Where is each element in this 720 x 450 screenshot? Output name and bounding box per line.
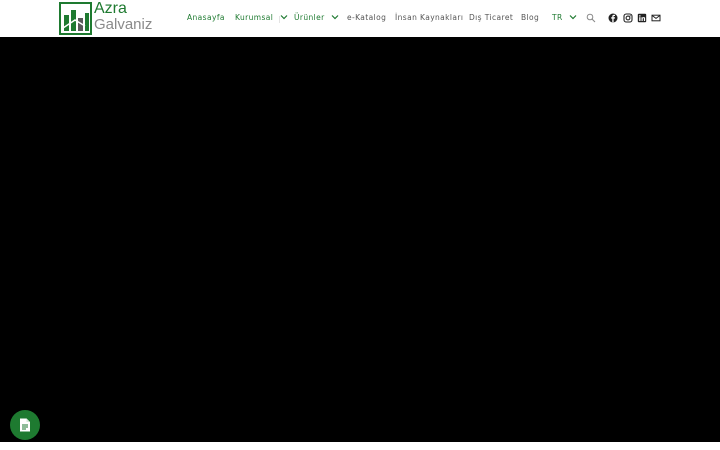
chevron-down-icon (569, 15, 577, 20)
logo-mark-icon (59, 2, 92, 35)
nav-item-catalog[interactable]: e-Katalog (347, 13, 386, 25)
nav-item-label: e-Katalog (347, 13, 387, 22)
document-icon (20, 418, 30, 432)
nav-divider (279, 16, 280, 23)
chevron-down-icon (280, 15, 288, 20)
nav-item-corporate[interactable]: Kurumsal (235, 13, 288, 25)
language-selector[interactable]: TR (552, 13, 577, 25)
nav-item-trade[interactable]: Dış Ticaret (469, 13, 513, 25)
nav-item-label: Kurumsal (235, 13, 274, 22)
chevron-down-icon (332, 15, 339, 20)
instagram-icon[interactable] (623, 13, 633, 23)
page-content-strip (0, 442, 720, 450)
logo[interactable]: Azra Galvaniz (59, 0, 154, 35)
language-label: TR (552, 13, 563, 22)
nav-item-label: Anasayfa (187, 13, 225, 22)
facebook-icon[interactable] (608, 13, 618, 23)
catalog-floating-button[interactable] (10, 410, 40, 440)
nav-item-home[interactable]: Anasayfa (187, 13, 225, 25)
nav-item-products[interactable]: Ürünler (294, 13, 339, 25)
nav-item-label: İnsan Kaynakları (395, 13, 464, 22)
nav-item-label: Dış Ticaret (469, 13, 514, 22)
nav-item-label: Blog (521, 13, 540, 22)
nav-item-blog[interactable]: Blog (521, 13, 539, 25)
site-header: Azra Galvaniz Anasayfa Kurumsal Ürünler … (0, 0, 720, 37)
linkedin-icon[interactable] (637, 13, 647, 23)
hero-video-area (0, 37, 720, 442)
search-icon[interactable] (586, 13, 596, 23)
nav-item-hr[interactable]: İnsan Kaynakları (395, 13, 463, 25)
mail-icon[interactable] (651, 13, 661, 23)
nav-item-label: Ürünler (294, 13, 325, 22)
logo-text-secondary: Galvaniz (94, 16, 153, 33)
